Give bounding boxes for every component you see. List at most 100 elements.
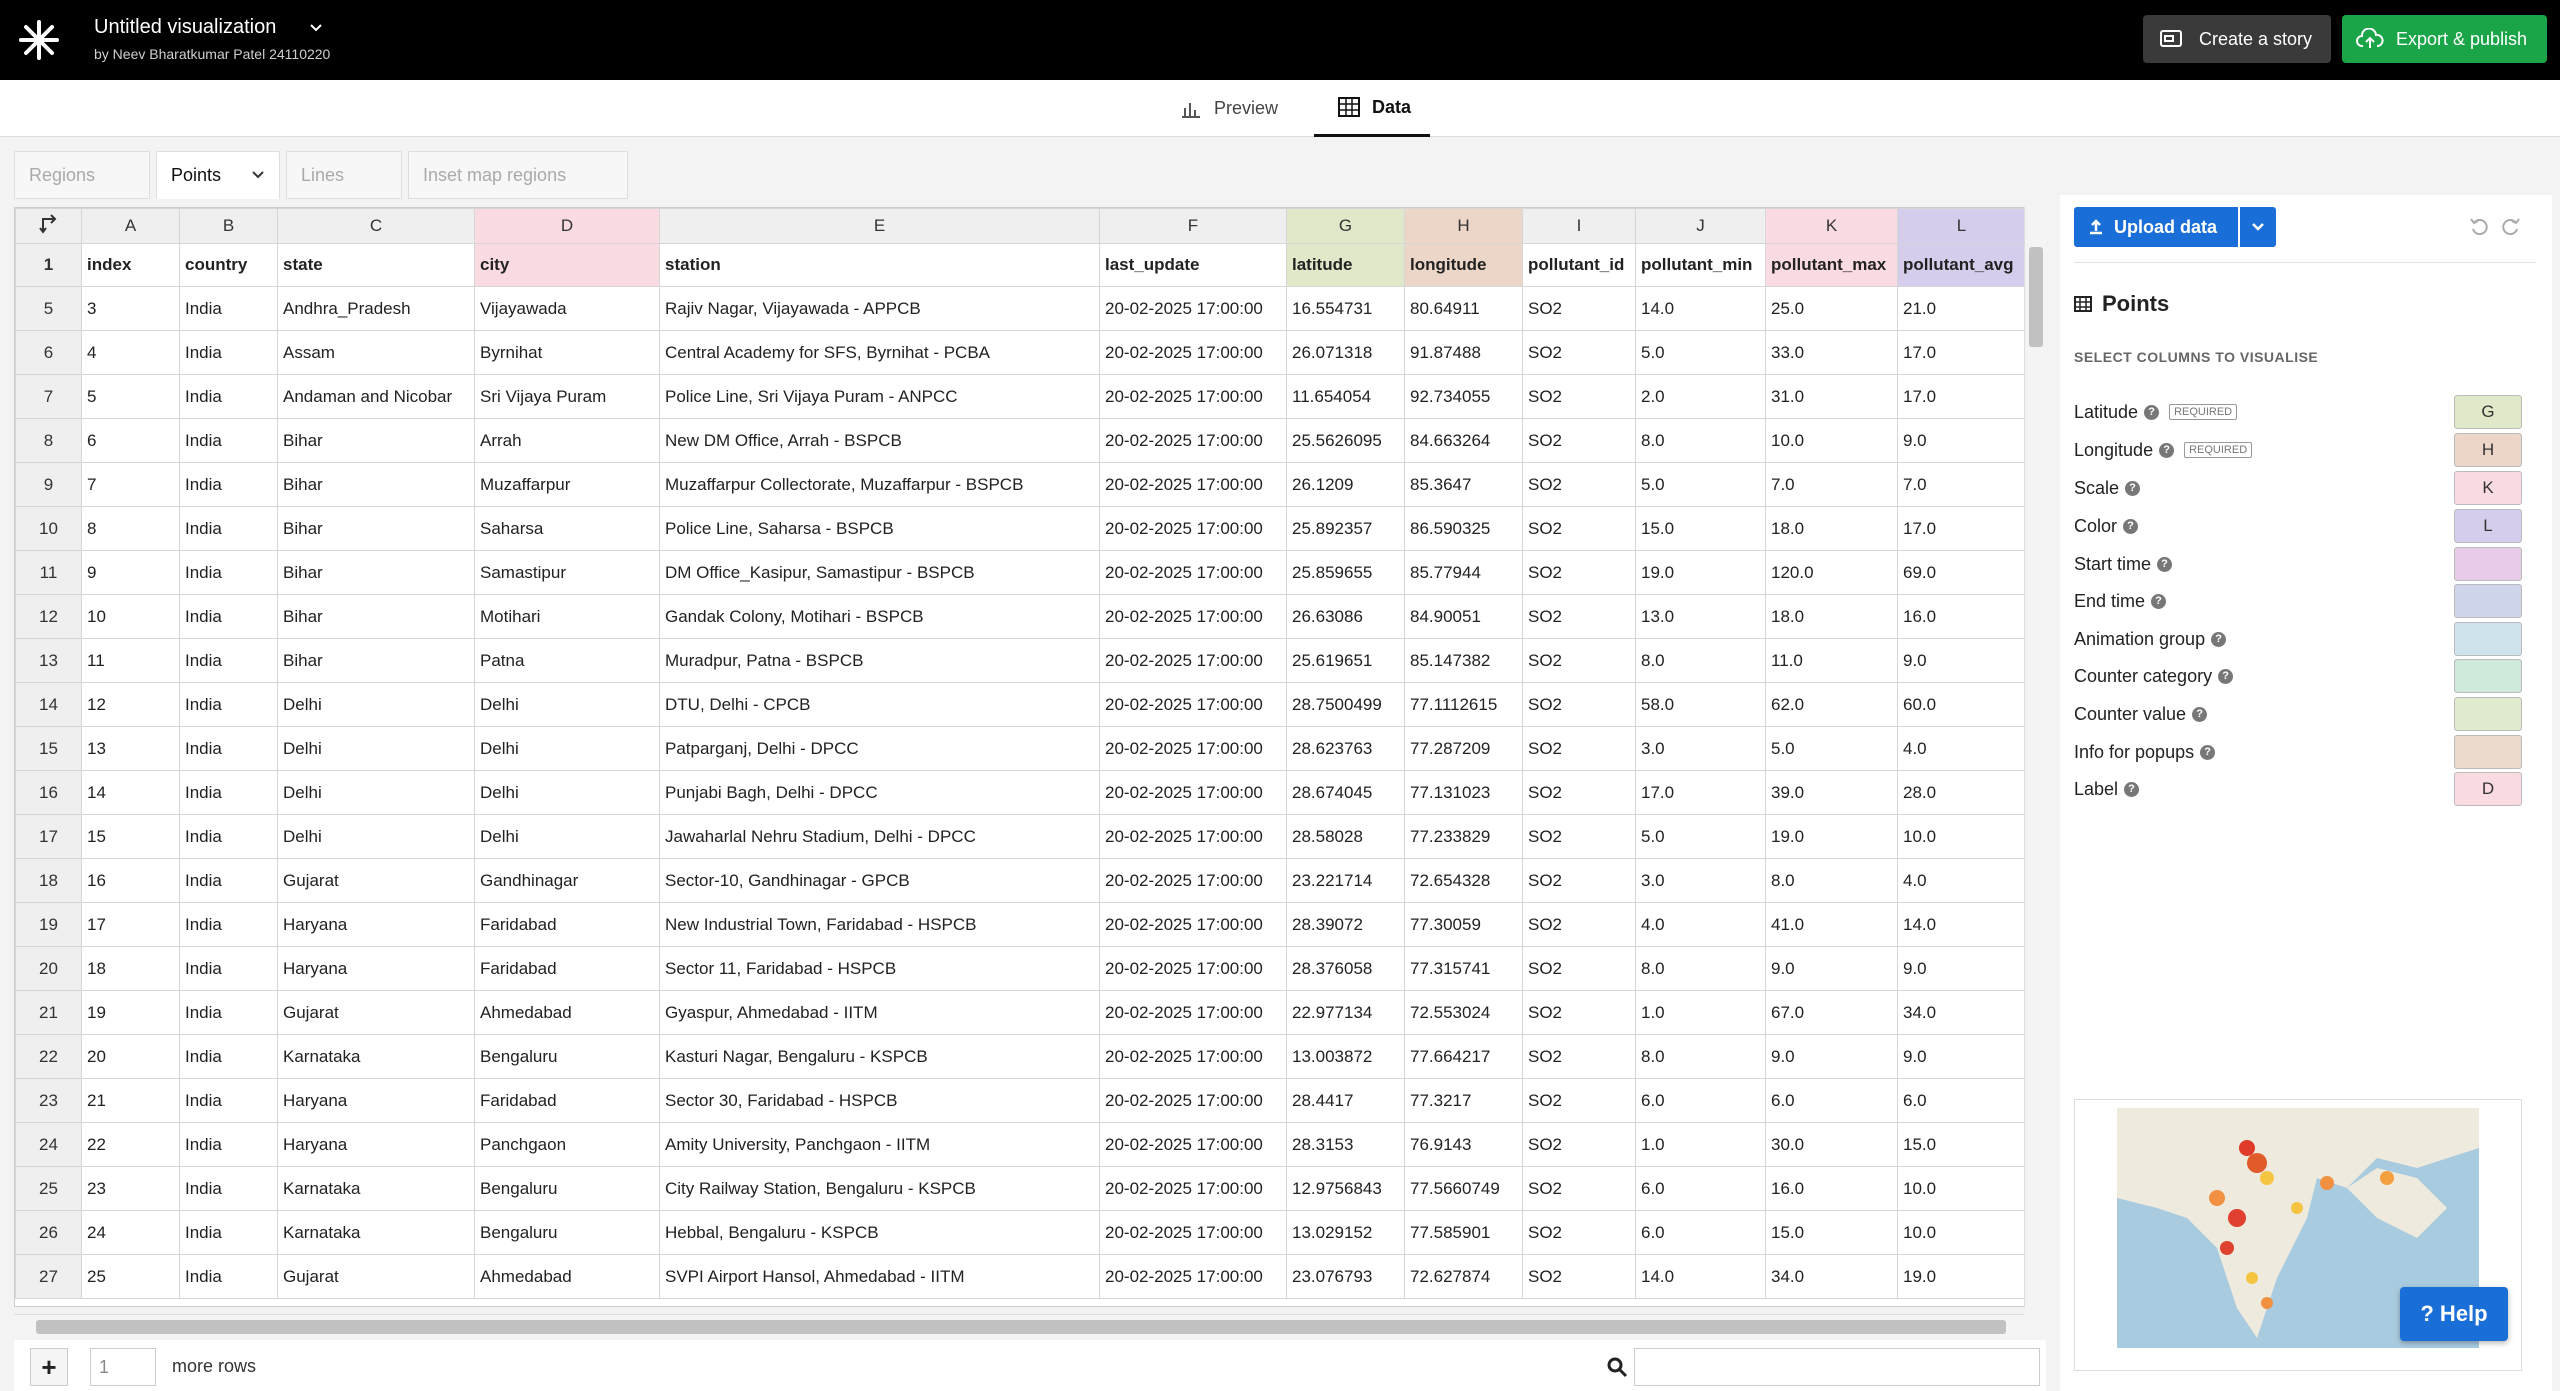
table-cell[interactable]: 25.619651	[1286, 638, 1405, 683]
table-cell[interactable]: 19.0	[1897, 1254, 2026, 1299]
table-cell[interactable]: 7.0	[1897, 462, 2026, 507]
table-cell[interactable]: 77.131023	[1404, 770, 1523, 815]
table-cell[interactable]: 17.0	[1635, 770, 1766, 815]
table-cell[interactable]: India	[179, 374, 278, 419]
column-letter-h[interactable]: H	[1404, 208, 1523, 244]
table-cell[interactable]: Muzaffarpur Collectorate, Muzaffarpur - …	[659, 462, 1100, 507]
help-icon[interactable]: ?	[2151, 593, 2167, 609]
table-cell[interactable]: 9.0	[1765, 1034, 1898, 1079]
table-cell[interactable]: 14	[81, 770, 180, 815]
table-cell[interactable]: 8	[81, 506, 180, 551]
table-cell[interactable]: 25.5626095	[1286, 418, 1405, 463]
table-cell[interactable]: Bihar	[277, 638, 475, 683]
table-cell[interactable]: 25	[81, 1254, 180, 1299]
row-number[interactable]: 13	[15, 638, 82, 683]
table-cell[interactable]: 16	[81, 858, 180, 903]
table-cell[interactable]: 20-02-2025 17:00:00	[1099, 418, 1287, 463]
table-cell[interactable]: SO2	[1522, 682, 1636, 727]
column-header[interactable]: longitude	[1404, 243, 1523, 287]
column-letter-c[interactable]: C	[277, 208, 475, 244]
table-cell[interactable]: 26.63086	[1286, 594, 1405, 639]
table-cell[interactable]: Haryana	[277, 946, 475, 991]
table-cell[interactable]: 23.076793	[1286, 1254, 1405, 1299]
table-cell[interactable]: 12.9756843	[1286, 1166, 1405, 1211]
table-cell[interactable]: 72.553024	[1404, 990, 1523, 1035]
sheet-tab-regions[interactable]: Regions	[14, 151, 150, 199]
table-cell[interactable]: 31.0	[1765, 374, 1898, 419]
data-grid[interactable]: ABCDEFGHIJKL 1 index country state city stat…	[14, 207, 2046, 1307]
table-cell[interactable]: 20-02-2025 17:00:00	[1099, 1254, 1287, 1299]
table-cell[interactable]: 85.3647	[1404, 462, 1523, 507]
table-cell[interactable]: 20-02-2025 17:00:00	[1099, 374, 1287, 419]
table-cell[interactable]: 86.590325	[1404, 506, 1523, 551]
row-number[interactable]: 19	[15, 902, 82, 947]
table-cell[interactable]: 7	[81, 462, 180, 507]
table-cell[interactable]: 28.7500499	[1286, 682, 1405, 727]
table-cell[interactable]: 18.0	[1765, 594, 1898, 639]
table-cell[interactable]: SO2	[1522, 1254, 1636, 1299]
table-cell[interactable]: 24	[81, 1210, 180, 1255]
table-cell[interactable]: Bengaluru	[474, 1210, 660, 1255]
column-header[interactable]: station	[659, 243, 1100, 287]
row-number[interactable]: 17	[15, 814, 82, 859]
table-cell[interactable]: 17.0	[1897, 330, 2026, 375]
column-header[interactable]: latitude	[1286, 243, 1405, 287]
vertical-scrollbar[interactable]	[2024, 207, 2046, 1307]
table-cell[interactable]: 15.0	[1635, 506, 1766, 551]
table-cell[interactable]: 6.0	[1635, 1078, 1766, 1123]
table-cell[interactable]: Jawaharlal Nehru Stadium, Delhi - DPCC	[659, 814, 1100, 859]
table-cell[interactable]: 15	[81, 814, 180, 859]
table-cell[interactable]: Karnataka	[277, 1166, 475, 1211]
table-cell[interactable]: 17.0	[1897, 374, 2026, 419]
row-number[interactable]: 24	[15, 1122, 82, 1167]
table-cell[interactable]: India	[179, 1166, 278, 1211]
table-cell[interactable]: India	[179, 638, 278, 683]
table-cell[interactable]: 20-02-2025 17:00:00	[1099, 1122, 1287, 1167]
table-cell[interactable]: 85.147382	[1404, 638, 1523, 683]
table-cell[interactable]: SO2	[1522, 418, 1636, 463]
upload-data-button[interactable]: Upload data	[2074, 207, 2238, 247]
table-cell[interactable]: Faridabad	[474, 1078, 660, 1123]
table-cell[interactable]: India	[179, 1122, 278, 1167]
table-cell[interactable]: Punjabi Bagh, Delhi - DPCC	[659, 770, 1100, 815]
table-cell[interactable]: Ahmedabad	[474, 1254, 660, 1299]
table-cell[interactable]: 20-02-2025 17:00:00	[1099, 550, 1287, 595]
table-cell[interactable]: 77.664217	[1404, 1034, 1523, 1079]
table-cell[interactable]: 9	[81, 550, 180, 595]
table-cell[interactable]: 76.9143	[1404, 1122, 1523, 1167]
table-cell[interactable]: 120.0	[1765, 550, 1898, 595]
table-cell[interactable]: India	[179, 814, 278, 859]
table-cell[interactable]: 34.0	[1765, 1254, 1898, 1299]
table-cell[interactable]: 77.287209	[1404, 726, 1523, 771]
table-cell[interactable]: SVPI Airport Hansol, Ahmedabad - IITM	[659, 1254, 1100, 1299]
table-cell[interactable]: 10.0	[1897, 1166, 2026, 1211]
column-header[interactable]: pollutant_avg	[1897, 243, 2026, 287]
table-cell[interactable]: 10	[81, 594, 180, 639]
table-cell[interactable]: 28.674045	[1286, 770, 1405, 815]
table-cell[interactable]: India	[179, 418, 278, 463]
table-cell[interactable]: 10.0	[1765, 418, 1898, 463]
table-cell[interactable]: 39.0	[1765, 770, 1898, 815]
column-letter-a[interactable]: A	[81, 208, 180, 244]
row-number[interactable]: 20	[15, 946, 82, 991]
table-cell[interactable]: 20-02-2025 17:00:00	[1099, 902, 1287, 947]
table-cell[interactable]: Faridabad	[474, 946, 660, 991]
table-cell[interactable]: 9.0	[1897, 638, 2026, 683]
column-letter-d[interactable]: D	[474, 208, 660, 244]
table-cell[interactable]: India	[179, 1254, 278, 1299]
table-cell[interactable]: 13.0	[1635, 594, 1766, 639]
table-cell[interactable]: Faridabad	[474, 902, 660, 947]
table-cell[interactable]: 5.0	[1635, 330, 1766, 375]
table-cell[interactable]: 22	[81, 1122, 180, 1167]
help-button[interactable]: ? Help	[2400, 1287, 2508, 1341]
table-cell[interactable]: 84.663264	[1404, 418, 1523, 463]
table-cell[interactable]: 7.0	[1765, 462, 1898, 507]
table-cell[interactable]: DTU, Delhi - CPCB	[659, 682, 1100, 727]
table-cell[interactable]: Patna	[474, 638, 660, 683]
table-cell[interactable]: 6.0	[1635, 1166, 1766, 1211]
table-cell[interactable]: 6	[81, 418, 180, 463]
table-cell[interactable]: 60.0	[1897, 682, 2026, 727]
column-header[interactable]: pollutant_id	[1522, 243, 1636, 287]
table-cell[interactable]: 26.1209	[1286, 462, 1405, 507]
row-number[interactable]: 22	[15, 1034, 82, 1079]
